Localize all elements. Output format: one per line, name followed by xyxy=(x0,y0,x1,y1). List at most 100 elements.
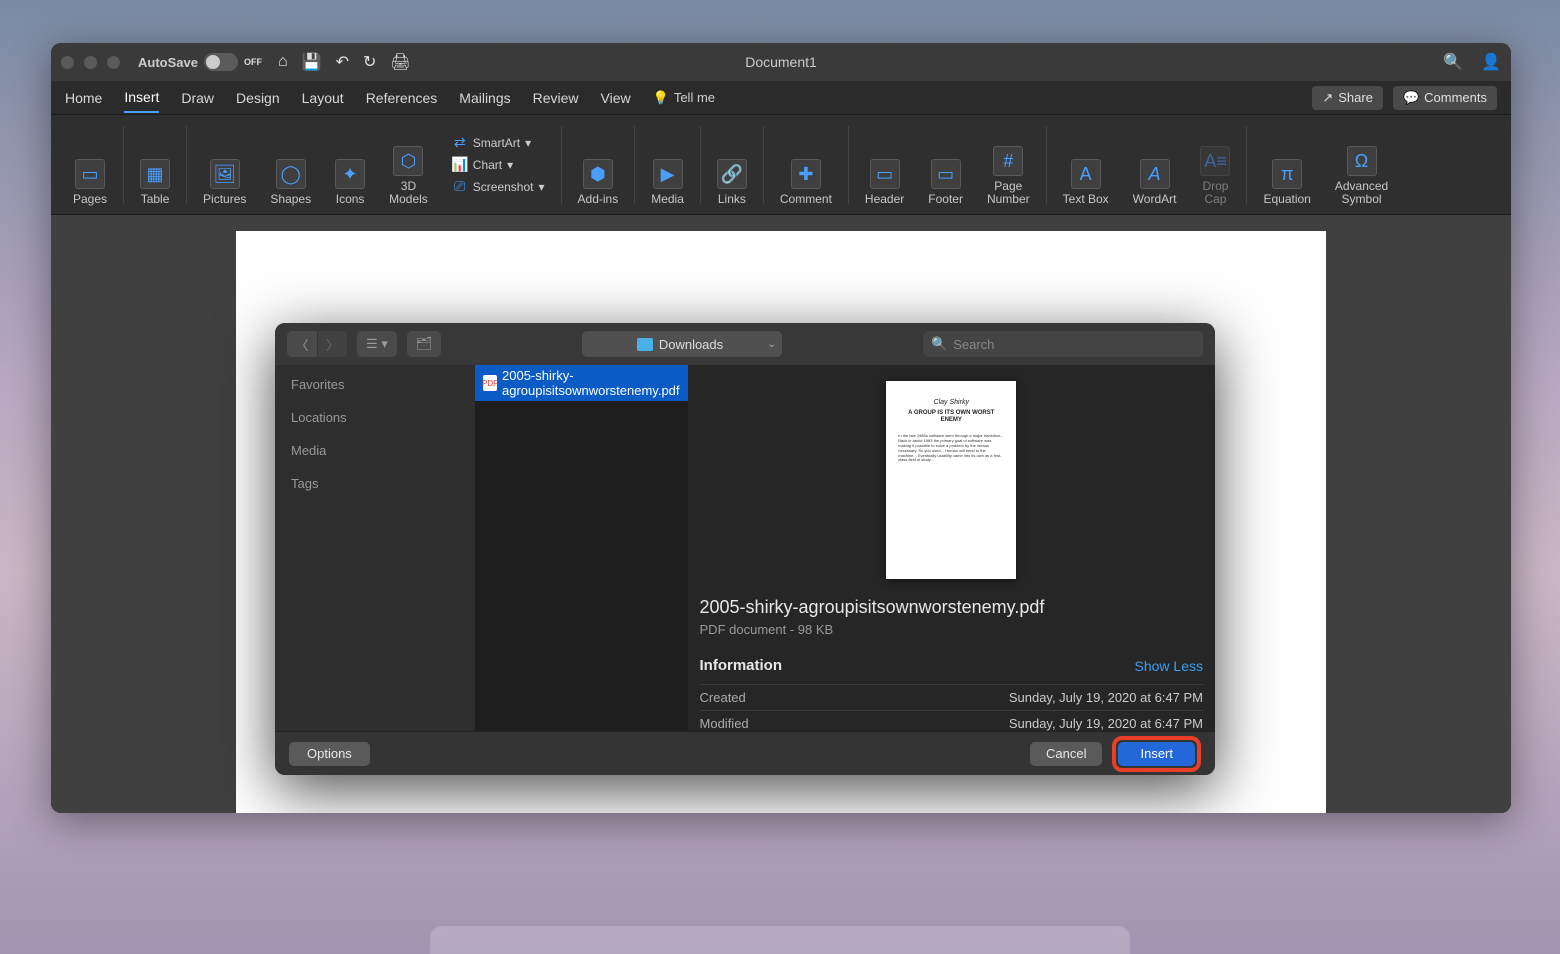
tab-design[interactable]: Design xyxy=(236,84,280,112)
ribbon-shapes[interactable]: ◯Shapes xyxy=(262,121,319,209)
file-thumbnail: Clay Shirky A GROUP IS ITS OWN WORST ENE… xyxy=(886,381,1016,579)
sidebar-tags[interactable]: Tags xyxy=(291,476,459,491)
save-icon[interactable]: 💾 xyxy=(302,52,322,72)
link-icon: 🔗 xyxy=(717,159,747,189)
footer-icon: ▭ xyxy=(931,159,961,189)
sidebar-locations[interactable]: Locations xyxy=(291,410,459,425)
zoom-window-icon[interactable] xyxy=(107,56,120,69)
show-less-link[interactable]: Show Less xyxy=(1135,658,1203,674)
preview-pane: Clay Shirky A GROUP IS ITS OWN WORST ENE… xyxy=(688,365,1215,731)
info-row-modified: ModifiedSunday, July 19, 2020 at 6:47 PM xyxy=(700,710,1203,731)
location-dropdown[interactable]: Downloads ⌄ xyxy=(582,331,782,357)
redo-icon[interactable]: ↻ xyxy=(363,52,376,72)
search-icon[interactable]: 🔍 xyxy=(1443,52,1463,72)
location-label: Downloads xyxy=(659,337,723,352)
comments-button[interactable]: 💬Comments xyxy=(1393,86,1497,110)
new-comment-icon: ✚ xyxy=(791,159,821,189)
ribbon-page-number[interactable]: #Page Number xyxy=(979,121,1038,209)
minimize-window-icon[interactable] xyxy=(84,56,97,69)
preview-file-name: 2005-shirky-agroupisitsownworstenemy.pdf xyxy=(700,597,1203,618)
ribbon-chart[interactable]: 📊Chart ▾ xyxy=(448,155,549,175)
cancel-button[interactable]: Cancel xyxy=(1030,742,1102,766)
group-button[interactable]: 🗂 xyxy=(407,331,441,357)
ribbon-addins[interactable]: ⬢Add-ins xyxy=(570,121,627,209)
options-button[interactable]: Options xyxy=(289,742,370,766)
icons-icon: ✦ xyxy=(335,159,365,189)
tab-references[interactable]: References xyxy=(366,84,438,112)
page-number-icon: # xyxy=(993,146,1023,176)
pictures-icon: 🖼 xyxy=(210,159,240,189)
addins-icon: ⬢ xyxy=(583,159,613,189)
tab-review[interactable]: Review xyxy=(533,84,579,112)
tab-view[interactable]: View xyxy=(601,84,631,112)
ribbon-illustrations-stack: ⇄SmartArt ▾ 📊Chart ▾ ⎚Screenshot ▾ xyxy=(444,133,553,197)
pdf-file-icon: PDF xyxy=(483,375,497,391)
ribbon-symbol[interactable]: ΩAdvanced Symbol xyxy=(1327,121,1396,209)
ribbon-equation[interactable]: πEquation xyxy=(1255,121,1318,209)
insert-button[interactable]: Insert xyxy=(1118,742,1195,766)
print-icon[interactable]: 🖨 xyxy=(390,52,410,72)
ribbon-wordart[interactable]: AWordArt xyxy=(1125,121,1185,209)
account-icon[interactable]: 👤 xyxy=(1481,52,1501,72)
file-list-item-selected[interactable]: PDF 2005-shirky-agroupisitsownworstenemy… xyxy=(475,365,688,401)
ribbon-smartart[interactable]: ⇄SmartArt ▾ xyxy=(448,133,549,153)
cube-icon: ⬡ xyxy=(393,146,423,176)
ribbon-3d-models[interactable]: ⬡3D Models xyxy=(381,121,436,209)
table-icon: ▦ xyxy=(140,159,170,189)
back-button[interactable]: 〈 xyxy=(287,331,317,357)
search-field[interactable]: 🔍 Search xyxy=(923,331,1203,357)
preview-file-meta: PDF document - 98 KB xyxy=(700,622,1203,647)
search-placeholder: Search xyxy=(953,337,994,352)
textbox-icon: A xyxy=(1071,159,1101,189)
word-app-window: AutoSave OFF ⌂ 💾 ↶ ↻ 🖨 Document1 🔍 👤 Hom… xyxy=(51,43,1511,813)
info-row-created: CreatedSunday, July 19, 2020 at 6:47 PM xyxy=(700,684,1203,710)
sidebar-favorites[interactable]: Favorites xyxy=(291,377,459,392)
smartart-icon: ⇄ xyxy=(452,135,468,151)
autosave-state: OFF xyxy=(244,57,262,67)
folder-icon xyxy=(637,338,653,351)
ribbon-text-box[interactable]: AText Box xyxy=(1055,121,1117,209)
ribbon-table[interactable]: ▦Table xyxy=(132,121,178,209)
ribbon-media[interactable]: ▶Media xyxy=(643,121,692,209)
macos-dock xyxy=(430,926,1130,954)
sidebar-media[interactable]: Media xyxy=(291,443,459,458)
ribbon-pictures[interactable]: 🖼Pictures xyxy=(195,121,254,209)
tab-layout[interactable]: Layout xyxy=(302,84,344,112)
view-mode-button[interactable]: ☰ ▾ xyxy=(357,331,397,357)
file-list[interactable]: PDF 2005-shirky-agroupisitsownworstenemy… xyxy=(475,365,688,731)
comment-icon: 💬 xyxy=(1403,90,1419,106)
close-window-icon[interactable] xyxy=(61,56,74,69)
traffic-lights[interactable] xyxy=(61,56,120,69)
chevron-updown-icon: ⌄ xyxy=(768,339,776,350)
tell-me[interactable]: 💡Tell me xyxy=(653,90,715,106)
home-icon[interactable]: ⌂ xyxy=(278,53,288,71)
chart-icon: 📊 xyxy=(452,157,468,173)
thumbnail-body: In the late 1980s software went through … xyxy=(898,434,1004,463)
media-icon: ▶ xyxy=(653,159,683,189)
autosave-toggle[interactable]: AutoSave OFF xyxy=(138,53,262,71)
share-button[interactable]: ↗Share xyxy=(1312,86,1383,110)
dialog-toolbar: 〈 〉 ☰ ▾ 🗂 Downloads ⌄ 🔍 Search xyxy=(275,323,1215,365)
dialog-sidebar: Favorites Locations Media Tags xyxy=(275,365,475,731)
forward-button[interactable]: 〉 xyxy=(317,331,347,357)
thumbnail-title: A GROUP IS ITS OWN WORST ENEMY xyxy=(898,410,1004,424)
tab-mailings[interactable]: Mailings xyxy=(459,84,510,112)
tab-home[interactable]: Home xyxy=(65,84,102,112)
thumbnail-author: Clay Shirky xyxy=(934,399,969,406)
screenshot-icon: ⎚ xyxy=(452,179,468,195)
ribbon-screenshot[interactable]: ⎚Screenshot ▾ xyxy=(448,177,549,197)
undo-icon[interactable]: ↶ xyxy=(336,52,349,72)
shapes-icon: ◯ xyxy=(276,159,306,189)
ribbon-drop-cap[interactable]: A≡Drop Cap xyxy=(1192,121,1238,209)
autosave-label: AutoSave xyxy=(138,55,198,70)
tab-insert[interactable]: Insert xyxy=(124,83,159,113)
ribbon-header[interactable]: ▭Header xyxy=(857,121,912,209)
ribbon-links[interactable]: 🔗Links xyxy=(709,121,755,209)
tab-draw[interactable]: Draw xyxy=(181,84,214,112)
file-chooser-dialog: 〈 〉 ☰ ▾ 🗂 Downloads ⌄ 🔍 Search Favorites… xyxy=(275,323,1215,775)
ribbon-footer[interactable]: ▭Footer xyxy=(920,121,971,209)
symbol-icon: Ω xyxy=(1347,146,1377,176)
ribbon-comment[interactable]: ✚Comment xyxy=(772,121,840,209)
ribbon-pages[interactable]: ▭Pages xyxy=(65,121,115,209)
ribbon-icons[interactable]: ✦Icons xyxy=(327,121,373,209)
